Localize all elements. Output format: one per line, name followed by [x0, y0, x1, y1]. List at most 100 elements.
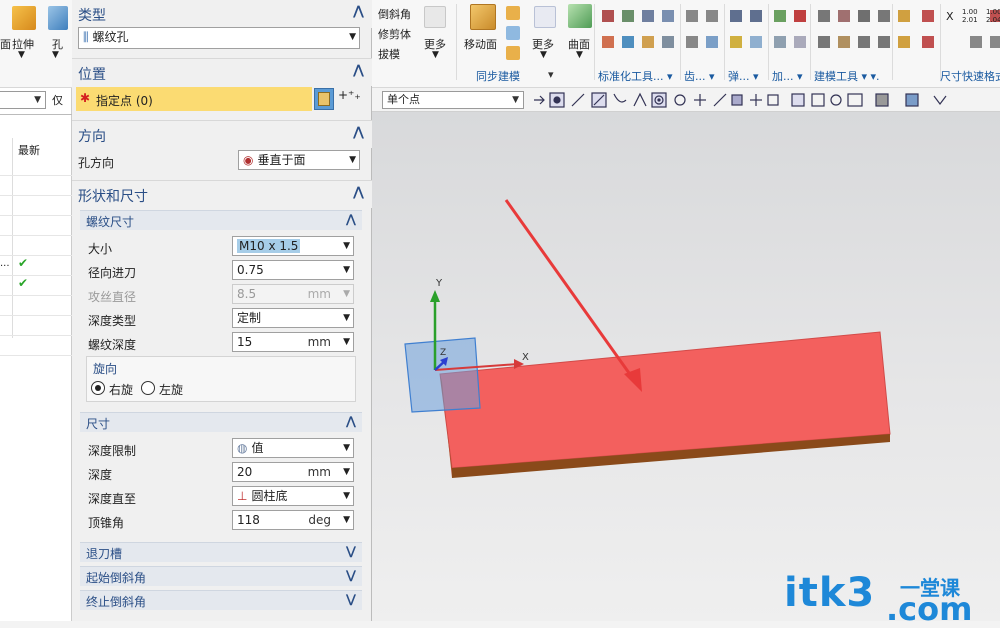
- extrude-dropdown-icon[interactable]: ▼: [18, 50, 25, 60]
- size-label: 大小: [88, 242, 113, 256]
- group-add[interactable]: 加... ▾: [772, 68, 803, 84]
- left-hand-label: 左旋: [159, 383, 184, 397]
- left-hand-radio[interactable]: [141, 381, 155, 395]
- group-dim-format[interactable]: 尺寸快速格式: [940, 68, 1000, 84]
- expand-icon[interactable]: ⋁: [346, 568, 356, 582]
- thread-depth-value: 15: [237, 335, 253, 349]
- list-item[interactable]: [0, 156, 72, 176]
- list-item[interactable]: [0, 296, 72, 316]
- chevron-down-icon: ▼: [343, 491, 350, 501]
- point-dialog-button[interactable]: +⁺₊: [338, 88, 361, 102]
- hole-icon[interactable]: [48, 6, 68, 30]
- end-chamfer-group-header[interactable]: 终止倒斜角 ⋁: [80, 590, 362, 610]
- list-item[interactable]: ... ✔: [0, 256, 72, 276]
- group-sync-modeling[interactable]: 同步建模: [476, 68, 520, 84]
- type-filter-combo[interactable]: ▼: [0, 91, 46, 109]
- selection-scope-label[interactable]: 仅: [52, 92, 63, 108]
- type-section-header[interactable]: 类型 ⋀: [72, 0, 372, 28]
- position-section-header[interactable]: 位置 ⋀: [72, 58, 372, 86]
- model-canvas[interactable]: [372, 112, 1000, 621]
- list-item[interactable]: ✔: [0, 276, 72, 296]
- collapse-icon[interactable]: ⋀: [346, 414, 356, 428]
- group-sync-dropdown-icon[interactable]: ▾: [548, 68, 554, 81]
- specify-point-row[interactable]: ✱ 指定点 (0): [76, 87, 312, 111]
- list-item[interactable]: [0, 316, 72, 336]
- collapse-icon[interactable]: ⋀: [346, 212, 356, 226]
- draft-button[interactable]: 拔模: [378, 46, 400, 62]
- more-icon-2[interactable]: [534, 6, 556, 28]
- expand-icon[interactable]: ⋁: [346, 592, 356, 606]
- more-dropdown-icon-2[interactable]: ▼: [540, 50, 547, 60]
- hole-direction-label: 孔方向: [78, 156, 115, 170]
- hole-dropdown-icon[interactable]: ▼: [52, 50, 59, 60]
- depth-input[interactable]: 20 mm ▼: [232, 462, 354, 482]
- face-button[interactable]: 面: [0, 36, 11, 52]
- move-face-button[interactable]: 移动面: [464, 36, 497, 52]
- hole-direction-select[interactable]: ◉ 垂直于面 ▼: [238, 150, 360, 170]
- expand-icon[interactable]: ⋁: [346, 544, 356, 558]
- dimensions-group-header[interactable]: 尺寸 ⋀: [80, 412, 362, 432]
- move-face-label: 移动面: [464, 38, 497, 51]
- sync-tool-icon-3[interactable]: [506, 46, 520, 60]
- depth-to-select[interactable]: ⊥ 圆柱底 ▼: [232, 486, 354, 506]
- surface-icon[interactable]: [568, 4, 592, 28]
- chevron-down-icon: ▼: [34, 95, 41, 105]
- selection-toolbar: 单个点 ▼: [372, 88, 1000, 112]
- relief-group-header[interactable]: 退刀槽 ⋁: [80, 542, 362, 562]
- format-button-2[interactable]: 1.00 2.04: [986, 8, 1000, 24]
- dimensions-group-title: 尺寸: [86, 417, 111, 431]
- thread-depth-input[interactable]: 15 mm ▼: [232, 332, 354, 352]
- sketch-section-button[interactable]: [314, 88, 334, 110]
- format-button-1[interactable]: 1.00 2.01: [962, 8, 978, 24]
- group-spring[interactable]: 弹... ▾: [728, 68, 759, 84]
- surface-dropdown-icon[interactable]: ▼: [576, 50, 583, 60]
- list-item[interactable]: [0, 176, 72, 196]
- group-standard-tools[interactable]: 标准化工具... ▾: [598, 68, 673, 84]
- group-sync-modeling-label: 同步建模: [476, 70, 520, 83]
- hole-type-select[interactable]: ⫼ 螺纹孔 ▼: [78, 27, 360, 49]
- size-select[interactable]: M10 x 1.5 ▼: [232, 236, 354, 256]
- list-item[interactable]: [0, 196, 72, 216]
- chamfer-button[interactable]: 倒斜角: [378, 6, 411, 22]
- radial-engage-select[interactable]: 0.75 ▼: [232, 260, 354, 280]
- group-gear[interactable]: 齿... ▾: [684, 68, 715, 84]
- move-face-icon[interactable]: [470, 4, 496, 30]
- list-item[interactable]: [0, 336, 72, 356]
- collapse-icon[interactable]: ⋀: [353, 4, 364, 19]
- more-dropdown-icon-1[interactable]: ▼: [432, 50, 439, 60]
- snap-filter-combo[interactable]: 单个点 ▼: [382, 91, 524, 109]
- normal-to-face-icon: ◉: [243, 153, 254, 167]
- depth-type-select[interactable]: 定制 ▼: [232, 308, 354, 328]
- right-hand-radio[interactable]: [91, 381, 105, 395]
- group-modeling-tools[interactable]: 建模工具 ▾ ▾.: [814, 68, 880, 84]
- direction-section-header[interactable]: 方向 ⋀: [72, 120, 372, 148]
- solid-top-face[interactable]: [439, 331, 891, 469]
- collapse-icon[interactable]: ⋀: [353, 185, 364, 200]
- snap-point-icons[interactable]: [530, 91, 1000, 109]
- chevron-down-icon: ▼: [343, 313, 350, 323]
- graphics-viewport[interactable]: Y X Z itk3 .com 一堂课: [372, 112, 1000, 628]
- group-modeling-tools-label: 建模工具: [814, 70, 858, 83]
- tip-angle-input[interactable]: 118 deg ▼: [232, 510, 354, 530]
- depth-limit-select[interactable]: ◍ 值 ▼: [232, 438, 354, 458]
- extrude-icon[interactable]: [12, 6, 36, 30]
- list-item[interactable]: [0, 236, 72, 256]
- tap-drill-field: 8.5 mm ▼: [232, 284, 354, 304]
- divider: [0, 114, 72, 115]
- shape-section-header[interactable]: 形状和尺寸 ⋀: [72, 180, 372, 208]
- thread-size-group-header[interactable]: 螺纹尺寸 ⋀: [80, 210, 362, 230]
- collapse-icon[interactable]: ⋀: [353, 125, 364, 140]
- start-chamfer-group-header[interactable]: 起始倒斜角 ⋁: [80, 566, 362, 586]
- hole-dialog: 类型 ⋀ ⫼ 螺纹孔 ▼ 位置 ⋀ ✱ 指定点 (0) +⁺₊ 方向 ⋀ 孔方向 …: [72, 0, 372, 621]
- more-icon-1[interactable]: [424, 6, 446, 28]
- sync-tool-icon-1[interactable]: [506, 6, 520, 20]
- list-item[interactable]: [0, 216, 72, 236]
- x-format-button[interactable]: X: [946, 10, 954, 23]
- collapse-icon[interactable]: ⋀: [353, 63, 364, 78]
- ribbon-separator: [594, 4, 595, 80]
- ribbon-separator: [724, 4, 725, 80]
- sync-tool-icon-2[interactable]: [506, 26, 520, 40]
- trim-body-button[interactable]: 修剪体: [378, 26, 411, 42]
- rotation-group: 旋向 右旋 左旋: [86, 356, 356, 402]
- chevron-down-icon: ▼: [343, 515, 350, 525]
